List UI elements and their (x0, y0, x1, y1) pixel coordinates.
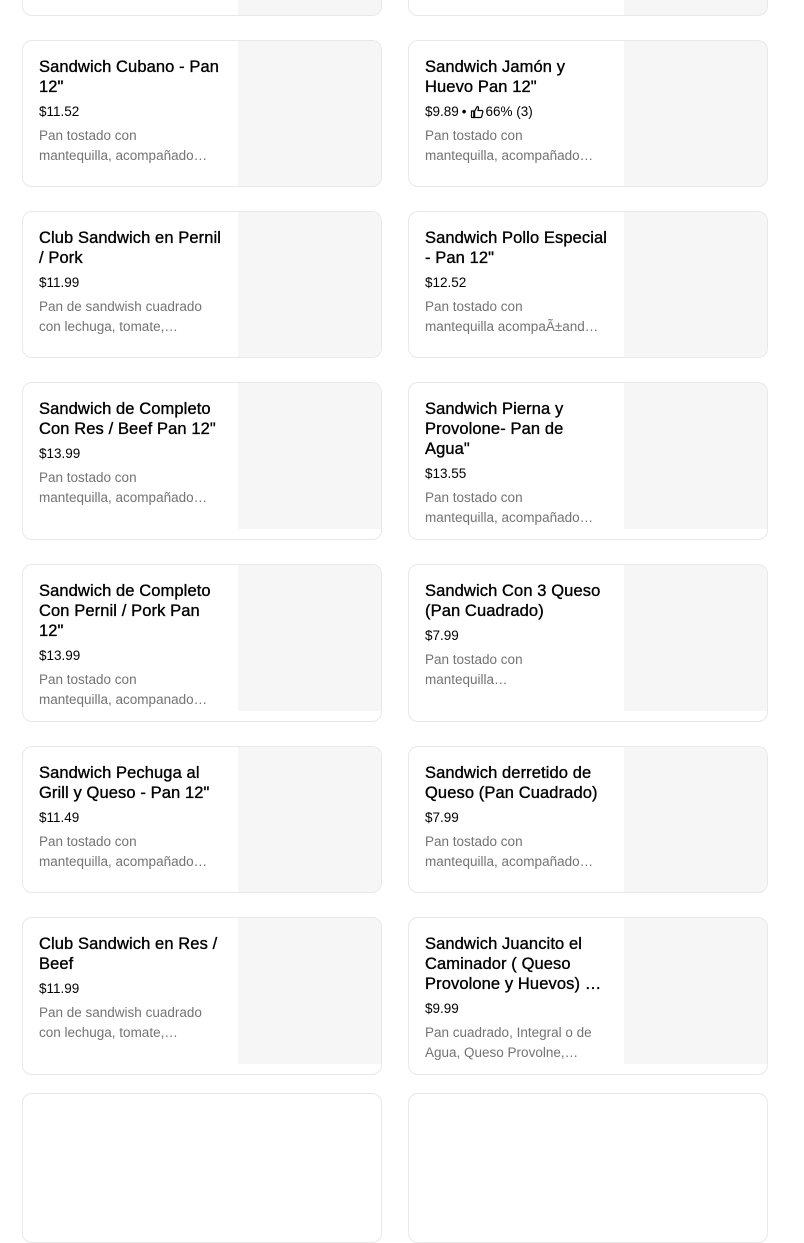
item-image-placeholder (238, 41, 381, 186)
item-image-placeholder (624, 747, 767, 892)
separator-dot: • (461, 104, 467, 119)
item-title: Sandwich Jamón y Huevo Pan 12" (425, 58, 566, 96)
menu-item-card[interactable]: Sandwich Jamón y Huevo Pan 12" $9.89 • 6… (408, 40, 768, 187)
item-rating: 66% (3) (485, 104, 533, 119)
item-title: Sandwich de Completo Con Res / Beef Pan … (39, 400, 216, 438)
item-description: Pan tostado con mantequilla, acompanado… (39, 672, 208, 707)
item-price: $7.99 (425, 628, 459, 643)
item-title: Sandwich Pollo Especial - Pan 12" (425, 229, 608, 267)
menu-item-card-partial[interactable] (408, 0, 768, 16)
item-price: $9.89 (425, 104, 459, 119)
item-title: Sandwich Juancito el Caminador ( Queso P… (425, 935, 602, 993)
item-price: $11.52 (39, 104, 80, 119)
item-image-placeholder (624, 565, 767, 711)
item-title: Sandwich de Completo Con Pernil / Pork P… (39, 582, 211, 640)
menu-item-card[interactable]: Sandwich de Completo Con Pernil / Pork P… (22, 564, 382, 722)
item-image-placeholder (238, 212, 381, 357)
item-title: Club Sandwich en Res / Beef (39, 935, 218, 973)
item-image-placeholder (624, 0, 767, 15)
item-price: $9.99 (425, 1001, 459, 1016)
thumbs-up-icon (470, 105, 484, 119)
item-image-placeholder (624, 383, 767, 529)
item-image-placeholder (238, 383, 381, 529)
item-price: $11.99 (39, 275, 80, 290)
menu-item-card[interactable]: Sandwich de Completo Con Res / Beef Pan … (22, 382, 382, 540)
item-image-placeholder (624, 918, 767, 1064)
item-price: $7.99 (425, 810, 459, 825)
item-title: Sandwich Cubano - Pan 12" (39, 58, 220, 96)
item-price: $13.99 (39, 648, 81, 663)
item-price: $13.99 (39, 446, 81, 461)
menu-item-card[interactable]: Sandwich Con 3 Queso (Pan Cuadrado) $7.9… (408, 564, 768, 722)
menu-item-card[interactable]: Sandwich Pechuga al Grill y Queso - Pan … (22, 746, 382, 893)
item-description: Pan tostado con mantequilla, acompañado… (39, 470, 208, 505)
menu-item-card[interactable]: Sandwich Pollo Especial - Pan 12" $12.52… (408, 211, 768, 358)
item-description: Pan tostado con mantequilla, acompañado… (39, 128, 208, 163)
menu-item-card[interactable]: Sandwich Cubano - Pan 12" $11.52 Pan tos… (22, 40, 382, 187)
item-title: Club Sandwich en Pernil / Pork (39, 229, 222, 267)
item-description: Pan tostado con mantequilla, acompañado… (425, 834, 594, 869)
item-price-row: $9.89 • 66% (3) (425, 102, 609, 122)
menu-item-card-partial[interactable] (22, 0, 382, 16)
item-title: Sandwich derretido de Queso (Pan Cuadrad… (425, 764, 598, 802)
menu-item-card-partial[interactable] (22, 1093, 382, 1243)
item-description: Pan tostado con mantequilla… (425, 652, 523, 687)
menu-item-card[interactable]: Sandwich Pierna y Provolone- Pan de Agua… (408, 382, 768, 540)
item-image-placeholder (624, 41, 767, 186)
item-image-placeholder (238, 747, 381, 892)
item-image-placeholder (624, 212, 767, 357)
item-title: Sandwich Pechuga al Grill y Queso - Pan … (39, 764, 210, 802)
item-image-placeholder (238, 0, 381, 15)
item-description: Pan tostado con mantequilla, acompañado… (425, 490, 594, 525)
item-title: Sandwich Con 3 Queso (Pan Cuadrado) (425, 582, 601, 620)
item-price: $13.55 (425, 466, 467, 481)
menu-item-card[interactable]: Club Sandwich en Pernil / Pork $11.99 Pa… (22, 211, 382, 358)
item-image-placeholder (238, 565, 381, 711)
item-title: Sandwich Pierna y Provolone- Pan de Agua… (425, 400, 564, 458)
item-description: Pan tostado con mantequilla, acompañado… (425, 128, 594, 163)
item-price: $11.99 (39, 981, 80, 996)
menu-item-card[interactable]: Sandwich derretido de Queso (Pan Cuadrad… (408, 746, 768, 893)
item-price: $11.49 (39, 810, 80, 825)
item-price: $12.52 (425, 275, 467, 290)
menu-item-card-partial[interactable] (408, 1093, 768, 1243)
item-description: Pan tostado con mantequilla, acompañado… (39, 834, 208, 869)
item-image-placeholder (238, 918, 381, 1064)
menu-item-card[interactable]: Sandwich Juancito el Caminador ( Queso P… (408, 917, 768, 1075)
item-description: Pan de sandwish cuadrado con lechuga, to… (39, 299, 202, 334)
menu-item-card[interactable]: Club Sandwich en Res / Beef $11.99 Pan d… (22, 917, 382, 1075)
item-description: Pan tostado con mantequilla acompaÃ±and… (425, 299, 599, 334)
item-description: Pan de sandwish cuadrado con lechuga, to… (39, 1005, 202, 1040)
item-description: Pan cuadrado, Integral o de Agua, Queso … (425, 1025, 592, 1060)
